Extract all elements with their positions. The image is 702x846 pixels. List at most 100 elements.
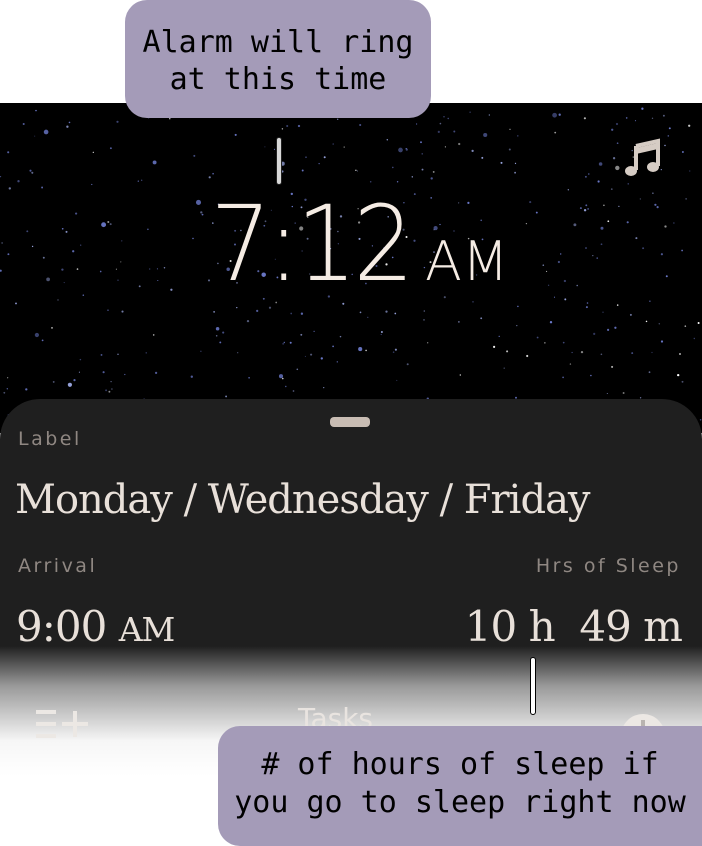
star — [562, 376, 564, 379]
star — [500, 161, 503, 164]
alarm-period: AM — [425, 230, 509, 293]
arrival-time-value[interactable]: 9:00 AM — [16, 602, 175, 651]
sleep-hours-value: 10 h 49 m — [465, 602, 683, 651]
star — [689, 170, 691, 172]
star — [629, 313, 632, 316]
star — [67, 382, 73, 387]
star — [471, 149, 474, 153]
star — [453, 130, 456, 133]
star — [430, 177, 433, 180]
star — [107, 309, 109, 311]
star — [405, 147, 407, 150]
star — [458, 321, 460, 323]
star — [169, 118, 171, 120]
star — [286, 124, 289, 128]
star — [406, 363, 409, 366]
star — [421, 168, 424, 171]
star — [51, 326, 53, 329]
star — [583, 117, 586, 120]
star — [208, 176, 211, 179]
list-add-icon[interactable] — [34, 704, 92, 744]
star — [318, 163, 320, 165]
star — [679, 353, 681, 355]
star — [622, 392, 625, 394]
star — [29, 169, 32, 172]
label-value[interactable]: Monday / Wednesday / Friday — [15, 477, 591, 523]
star — [571, 351, 573, 354]
star — [569, 363, 572, 365]
sheet-drag-handle[interactable] — [330, 417, 370, 427]
star — [236, 306, 238, 309]
star — [394, 312, 397, 315]
star — [292, 390, 295, 392]
star — [281, 128, 284, 130]
star — [190, 375, 193, 378]
star — [444, 146, 446, 148]
star — [385, 310, 388, 313]
alarm-time-display[interactable]: 7:12 AM — [0, 183, 702, 305]
star — [3, 391, 6, 394]
star — [514, 162, 517, 165]
star — [558, 113, 561, 116]
star — [289, 341, 292, 344]
star — [304, 355, 306, 357]
star — [34, 135, 36, 137]
star — [684, 325, 687, 327]
star — [278, 374, 284, 379]
star — [526, 354, 529, 358]
star — [590, 374, 592, 377]
callout-line: # of hours of sleep if — [261, 747, 659, 782]
star — [215, 335, 218, 337]
star — [222, 331, 225, 334]
star — [480, 317, 483, 320]
star — [483, 132, 488, 138]
star — [100, 353, 103, 356]
star — [611, 128, 614, 131]
star — [641, 107, 644, 110]
star — [536, 336, 539, 339]
star — [651, 351, 653, 354]
star — [41, 339, 44, 342]
star — [68, 121, 71, 124]
star — [358, 347, 363, 352]
star — [645, 320, 648, 323]
star — [423, 319, 425, 321]
star — [25, 388, 28, 391]
star — [423, 310, 426, 312]
star — [215, 326, 220, 331]
star — [110, 380, 112, 383]
sleep-minutes: 49 — [579, 602, 631, 651]
star — [552, 112, 557, 118]
star — [212, 172, 214, 175]
star — [517, 135, 519, 137]
sleep-hours-unit: h — [528, 602, 556, 651]
star — [508, 148, 511, 151]
star — [549, 321, 553, 324]
star — [469, 111, 471, 113]
star — [264, 146, 266, 148]
star — [493, 345, 496, 348]
star — [359, 311, 362, 314]
star — [225, 395, 228, 398]
sleep-hours-caption: Hrs of Sleep — [535, 555, 681, 577]
star — [137, 180, 139, 182]
star — [305, 156, 307, 158]
star — [339, 335, 342, 338]
star — [43, 129, 49, 135]
star — [677, 373, 680, 377]
star — [154, 371, 158, 375]
star — [0, 175, 2, 178]
alarm-time: 7:12 — [210, 183, 415, 305]
star — [421, 153, 423, 155]
star — [105, 389, 108, 392]
star — [152, 160, 157, 165]
star — [668, 127, 671, 130]
star — [396, 379, 398, 381]
star — [697, 321, 700, 325]
star — [337, 118, 339, 120]
star — [380, 330, 383, 334]
star — [355, 169, 357, 171]
star — [124, 373, 126, 376]
star — [365, 349, 367, 352]
music-note-icon[interactable] — [622, 136, 666, 180]
